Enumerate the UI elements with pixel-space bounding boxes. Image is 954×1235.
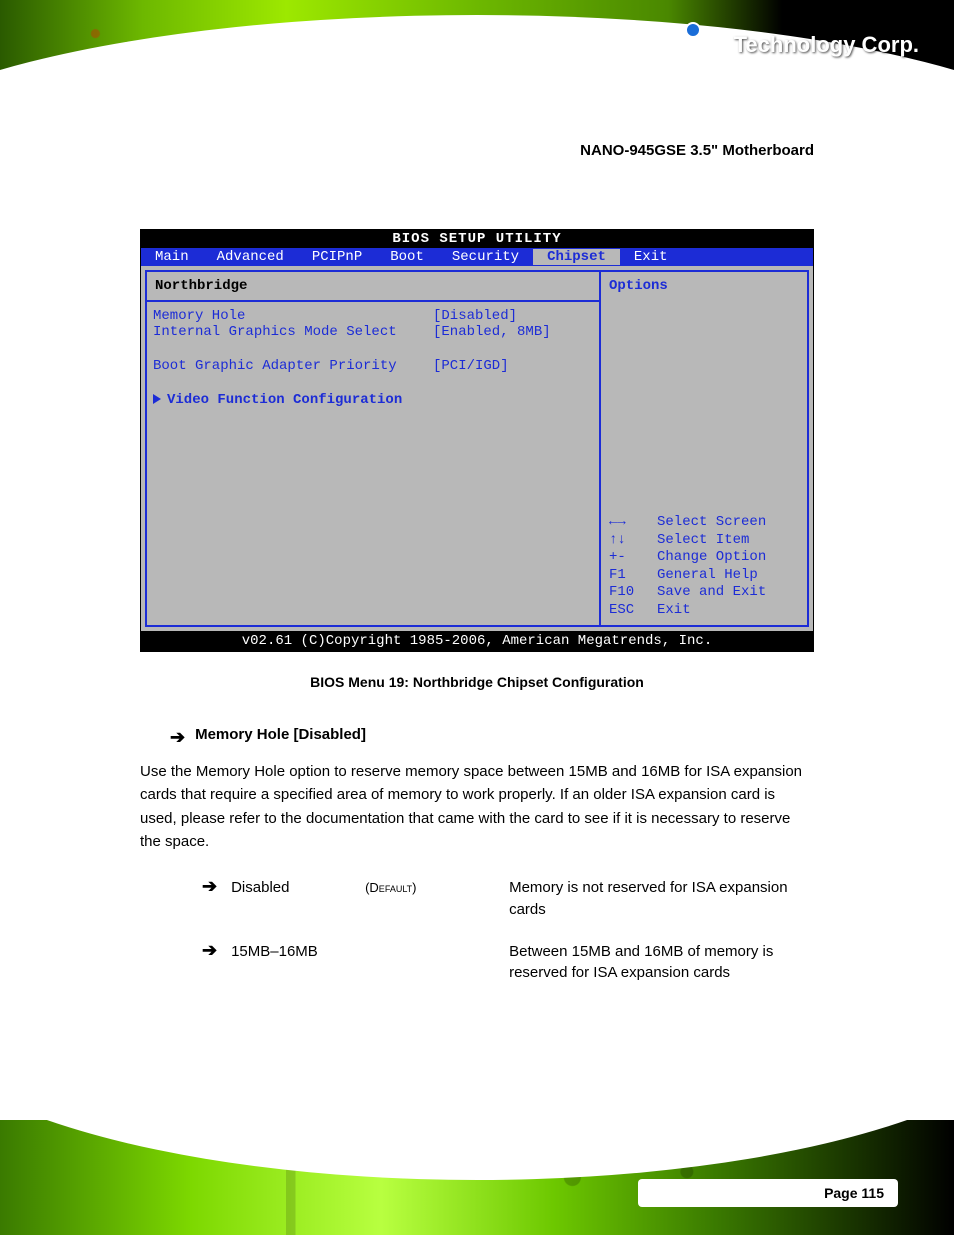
registered-mark: ® — [719, 38, 728, 52]
row-value: [Disabled] — [433, 308, 517, 324]
swoosh-bottom — [0, 1120, 954, 1180]
tab-exit[interactable]: Exit — [620, 249, 682, 265]
keyhelp-key: ←→ — [609, 514, 657, 532]
tab-boot[interactable]: Boot — [376, 249, 438, 265]
keyhelp-desc: General Help — [657, 567, 758, 585]
brand-text: Technology Corp. — [734, 32, 919, 58]
keyhelp-desc: Select Screen — [657, 514, 766, 532]
section-heading: Northbridge — [153, 276, 593, 300]
page-content: NANO-945GSE 3.5" Motherboard BIOS SETUP … — [0, 112, 954, 1120]
tab-advanced[interactable]: Advanced — [203, 249, 298, 265]
bottom-banner: Page 115 — [0, 1120, 954, 1235]
row-boot-adapter-priority[interactable]: Boot Graphic Adapter Priority [PCI/IGD] — [153, 358, 593, 374]
keyhelp-key: +- — [609, 549, 657, 567]
brand-logo: E ® Technology Corp. — [674, 22, 919, 68]
tab-pcipnp[interactable]: PCIPnP — [298, 249, 376, 265]
keyhelp-desc: Save and Exit — [657, 584, 766, 602]
row-label: Internal Graphics Mode Select — [153, 324, 433, 340]
submenu-label: Video Function Configuration — [167, 392, 402, 408]
bios-left-pane: Northbridge Memory Hole [Disabled] Inter… — [145, 270, 599, 627]
bios-title-bar: BIOS SETUP UTILITY — [141, 230, 813, 248]
options-heading: Options — [609, 278, 799, 294]
arrow-right-icon: ➔ — [170, 728, 185, 746]
option-value-desc: Between 15MB and 16MB of memory is reser… — [509, 941, 814, 985]
keyhelp-desc: Select Item — [657, 532, 749, 550]
row-memory-hole[interactable]: Memory Hole [Disabled] — [153, 308, 593, 324]
iei-logo-mark: E — [674, 22, 713, 68]
keyhelp-key: F1 — [609, 567, 657, 585]
keyhelp-desc: Change Option — [657, 549, 766, 567]
page-number: Page 115 — [824, 1185, 884, 1201]
option-value-disabled: ➔ Disabled (Default) Memory is not reser… — [202, 875, 814, 921]
row-label: Memory Hole — [153, 308, 433, 324]
tab-security[interactable]: Security — [438, 249, 533, 265]
bios-body: Northbridge Memory Hole [Disabled] Inter… — [141, 266, 813, 631]
option-default-tag: (Default) — [365, 880, 495, 895]
keyhelp-key: ESC — [609, 602, 657, 620]
option-value-15-16mb: ➔ 15MB–16MB Between 15MB and 16MB of mem… — [202, 939, 814, 985]
bios-right-pane: Options ←→Select Screen ↑↓Select Item +-… — [599, 270, 809, 627]
key-help: ←→Select Screen ↑↓Select Item +-Change O… — [609, 514, 799, 619]
arrow-right-icon: ➔ — [202, 877, 217, 895]
keyhelp-key: F10 — [609, 584, 657, 602]
option-description: Use the Memory Hole option to reserve me… — [140, 760, 814, 853]
row-label: Boot Graphic Adapter Priority — [153, 358, 433, 374]
row-internal-graphics[interactable]: Internal Graphics Mode Select [Enabled, … — [153, 324, 593, 340]
bios-window: BIOS SETUP UTILITY Main Advanced PCIPnP … — [140, 229, 814, 652]
triangle-right-icon — [153, 394, 161, 404]
tab-chipset[interactable]: Chipset — [533, 249, 620, 265]
page-number-box: Page 115 — [638, 1179, 898, 1207]
section-divider — [147, 300, 599, 302]
option-key: Disabled — [231, 879, 351, 896]
figure-caption: BIOS Menu 19: Northbridge Chipset Config… — [140, 674, 814, 690]
option-key: 15MB–16MB — [231, 943, 351, 960]
bios-tab-bar: Main Advanced PCIPnP Boot Security Chips… — [141, 248, 813, 266]
option-heading-text: Memory Hole [Disabled] — [195, 726, 366, 743]
submenu-video-function[interactable]: Video Function Configuration — [153, 392, 593, 408]
keyhelp-desc: Exit — [657, 602, 691, 620]
top-banner: E ® Technology Corp. — [0, 0, 954, 112]
row-value: [Enabled, 8MB] — [433, 324, 551, 340]
bios-footer: v02.61 (C)Copyright 1985-2006, American … — [141, 631, 813, 651]
tab-main[interactable]: Main — [141, 249, 203, 265]
keyhelp-key: ↑↓ — [609, 532, 657, 550]
option-value-desc: Memory is not reserved for ISA expansion… — [509, 877, 814, 921]
arrow-right-icon: ➔ — [202, 941, 217, 959]
row-value: [PCI/IGD] — [433, 358, 509, 374]
option-heading-memory-hole: ➔ Memory Hole [Disabled] — [170, 726, 814, 746]
product-title: NANO-945GSE 3.5" Motherboard — [140, 142, 814, 159]
